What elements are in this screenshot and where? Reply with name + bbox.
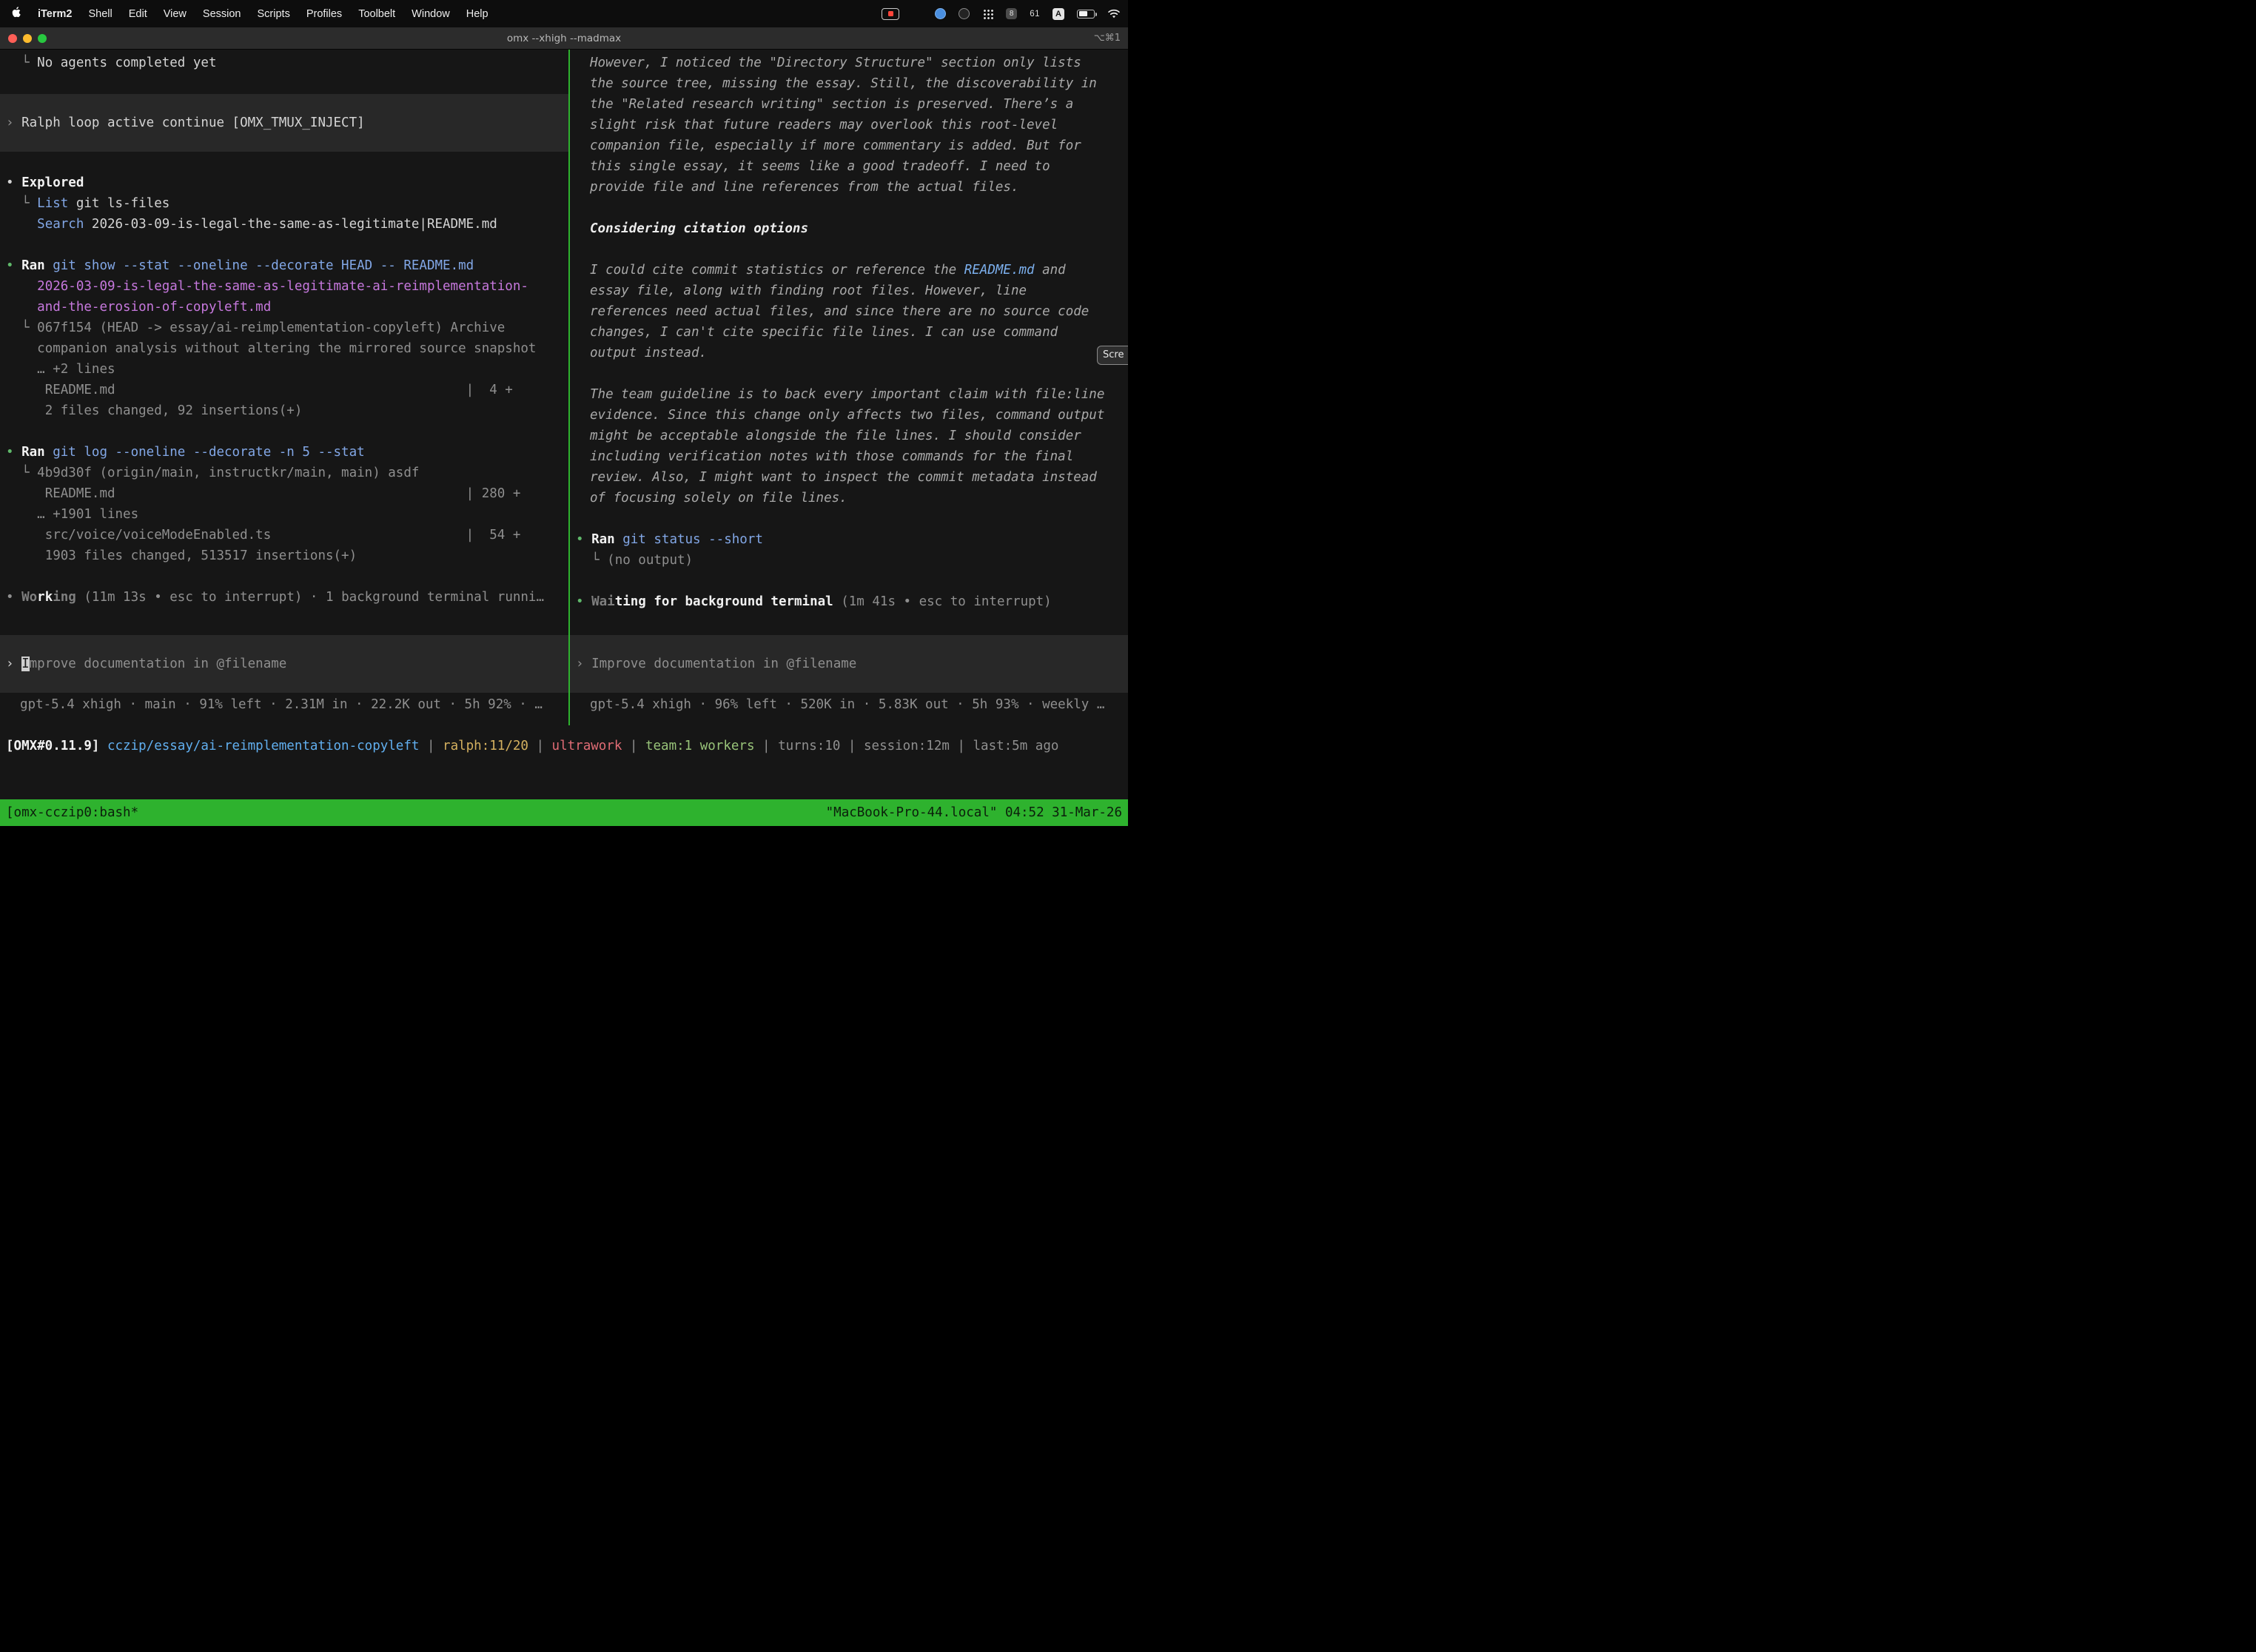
- explored-header: • Explored: [0, 172, 568, 193]
- apple-icon: [12, 6, 22, 21]
- window-title-bar: omx --xhigh --madmax ⌥⌘1: [0, 27, 1128, 50]
- close-button[interactable]: [8, 34, 17, 43]
- menu-item-edit[interactable]: Edit: [121, 8, 155, 20]
- dots-grid-icon[interactable]: [982, 8, 993, 19]
- omx-status-bar: [OMX#0.11.9] cczip/essay/ai-reimplementa…: [0, 725, 1128, 756]
- left-prompt-input[interactable]: › Improve documentation in @filename: [0, 635, 568, 693]
- menu-item-window[interactable]: Window: [403, 8, 458, 20]
- ralph-loop-banner-text: › Ralph loop active continue [OMX_TMUX_I…: [0, 113, 563, 133]
- left-terminal-pane[interactable]: └ No agents completed yet › Ralph loop a…: [0, 50, 568, 725]
- left-prompt-input-text[interactable]: › Improve documentation in @filename: [0, 654, 563, 674]
- thinking-heading: Considering citation options: [570, 218, 1128, 239]
- menu-item-toolbelt[interactable]: Toolbelt: [350, 8, 403, 20]
- left-session-status: gpt-5.4 xhigh · main · 91% left · 2.31M …: [0, 694, 568, 715]
- menu-item-scripts[interactable]: Scripts: [249, 8, 298, 20]
- right-session-status: gpt-5.4 xhigh · 96% left · 520K in · 5.8…: [570, 694, 1128, 715]
- window-title: omx --xhigh --madmax: [507, 33, 621, 44]
- tmux-status-bar: [omx-cczip0:bash* "MacBook-Pro-44.local"…: [0, 799, 1128, 826]
- agents-completed-note: └ No agents completed yet: [0, 53, 568, 73]
- right-prompt-input[interactable]: › Improve documentation in @filename: [570, 635, 1128, 693]
- thinking-paragraph-1: However, I noticed the "Directory Struct…: [570, 53, 1128, 198]
- desktop-screen: iTerm2 ShellEditViewSessionScriptsProfil…: [0, 0, 1128, 826]
- window-grid-icon[interactable]: [912, 9, 922, 19]
- menu-item-session[interactable]: Session: [195, 8, 249, 20]
- window-shortcut-hint: ⌥⌘1: [1094, 33, 1121, 44]
- omx-status-text: [OMX#0.11.9] cczip/essay/ai-reimplementa…: [0, 736, 1128, 756]
- right-terminal-pane[interactable]: However, I noticed the "Directory Struct…: [570, 50, 1128, 725]
- ran-git-log-output: └ 4b9d30f (origin/main, instructkr/main,…: [0, 463, 568, 566]
- menu-item-help[interactable]: Help: [458, 8, 497, 20]
- minimize-button[interactable]: [23, 34, 32, 43]
- menu-item-view[interactable]: View: [155, 8, 195, 20]
- tmux-host-clock: "MacBook-Pro-44.local" 04:52 31-Mar-26: [826, 802, 1122, 823]
- window-controls: [8, 34, 47, 43]
- terminal-panes: └ No agents completed yet › Ralph loop a…: [0, 50, 1128, 725]
- menu-app-name[interactable]: iTerm2: [30, 8, 80, 20]
- battery-percent-widget[interactable]: 61: [1030, 10, 1040, 19]
- sync-app-icon[interactable]: [935, 8, 946, 19]
- ran-git-show-output: └ 067f154 (HEAD -> essay/ai-reimplementa…: [0, 318, 568, 421]
- keyboard-layout-icon[interactable]: A: [1053, 8, 1064, 20]
- battery-icon[interactable]: [1077, 10, 1095, 19]
- screenshot-toast[interactable]: Scre: [1097, 346, 1128, 365]
- keypad-icon[interactable]: 8: [1006, 8, 1017, 19]
- ran-git-status-command: • Ran git status --short: [570, 529, 1128, 550]
- ran-git-log-command: • Ran git log --oneline --decorate -n 5 …: [0, 442, 568, 463]
- macos-menu-bar: iTerm2 ShellEditViewSessionScriptsProfil…: [0, 0, 1128, 27]
- terminal-content: └ No agents completed yet › Ralph loop a…: [0, 50, 1128, 826]
- right-prompt-input-text[interactable]: › Improve documentation in @filename: [570, 654, 1122, 674]
- zoom-button[interactable]: [38, 34, 47, 43]
- dark-app-icon[interactable]: [959, 8, 970, 19]
- menu-item-profiles[interactable]: Profiles: [298, 8, 350, 20]
- thinking-paragraph-3: The team guideline is to back every impo…: [570, 384, 1128, 508]
- waiting-status-line: • Waiting for background terminal (1m 41…: [570, 591, 1128, 612]
- wifi-icon[interactable]: [1107, 9, 1121, 19]
- screenshot-toast-label: Scre: [1103, 346, 1124, 365]
- ralph-loop-banner: › Ralph loop active continue [OMX_TMUX_I…: [0, 94, 568, 152]
- working-status-line: • Working (11m 13s • esc to interrupt) ·…: [0, 587, 568, 608]
- tmux-session-label: [omx-cczip0:bash*: [6, 802, 138, 823]
- apple-menu[interactable]: [10, 6, 30, 21]
- menu-item-shell[interactable]: Shell: [80, 8, 120, 20]
- explored-list-line: └ List git ls-files: [0, 193, 568, 214]
- menu-bar-status-area: 8 61 A: [882, 8, 1121, 20]
- explored-search-line: Search 2026-03-09-is-legal-the-same-as-l…: [0, 214, 568, 235]
- thinking-paragraph-2: I could cite commit statistics or refere…: [570, 260, 1128, 363]
- screen-recording-stop-icon[interactable]: [882, 8, 899, 20]
- ran-git-status-output: └ (no output): [570, 550, 1128, 571]
- ran-git-show-command: • Ran git show --stat --oneline --decora…: [0, 255, 568, 318]
- menu-items: ShellEditViewSessionScriptsProfilesToolb…: [80, 8, 496, 20]
